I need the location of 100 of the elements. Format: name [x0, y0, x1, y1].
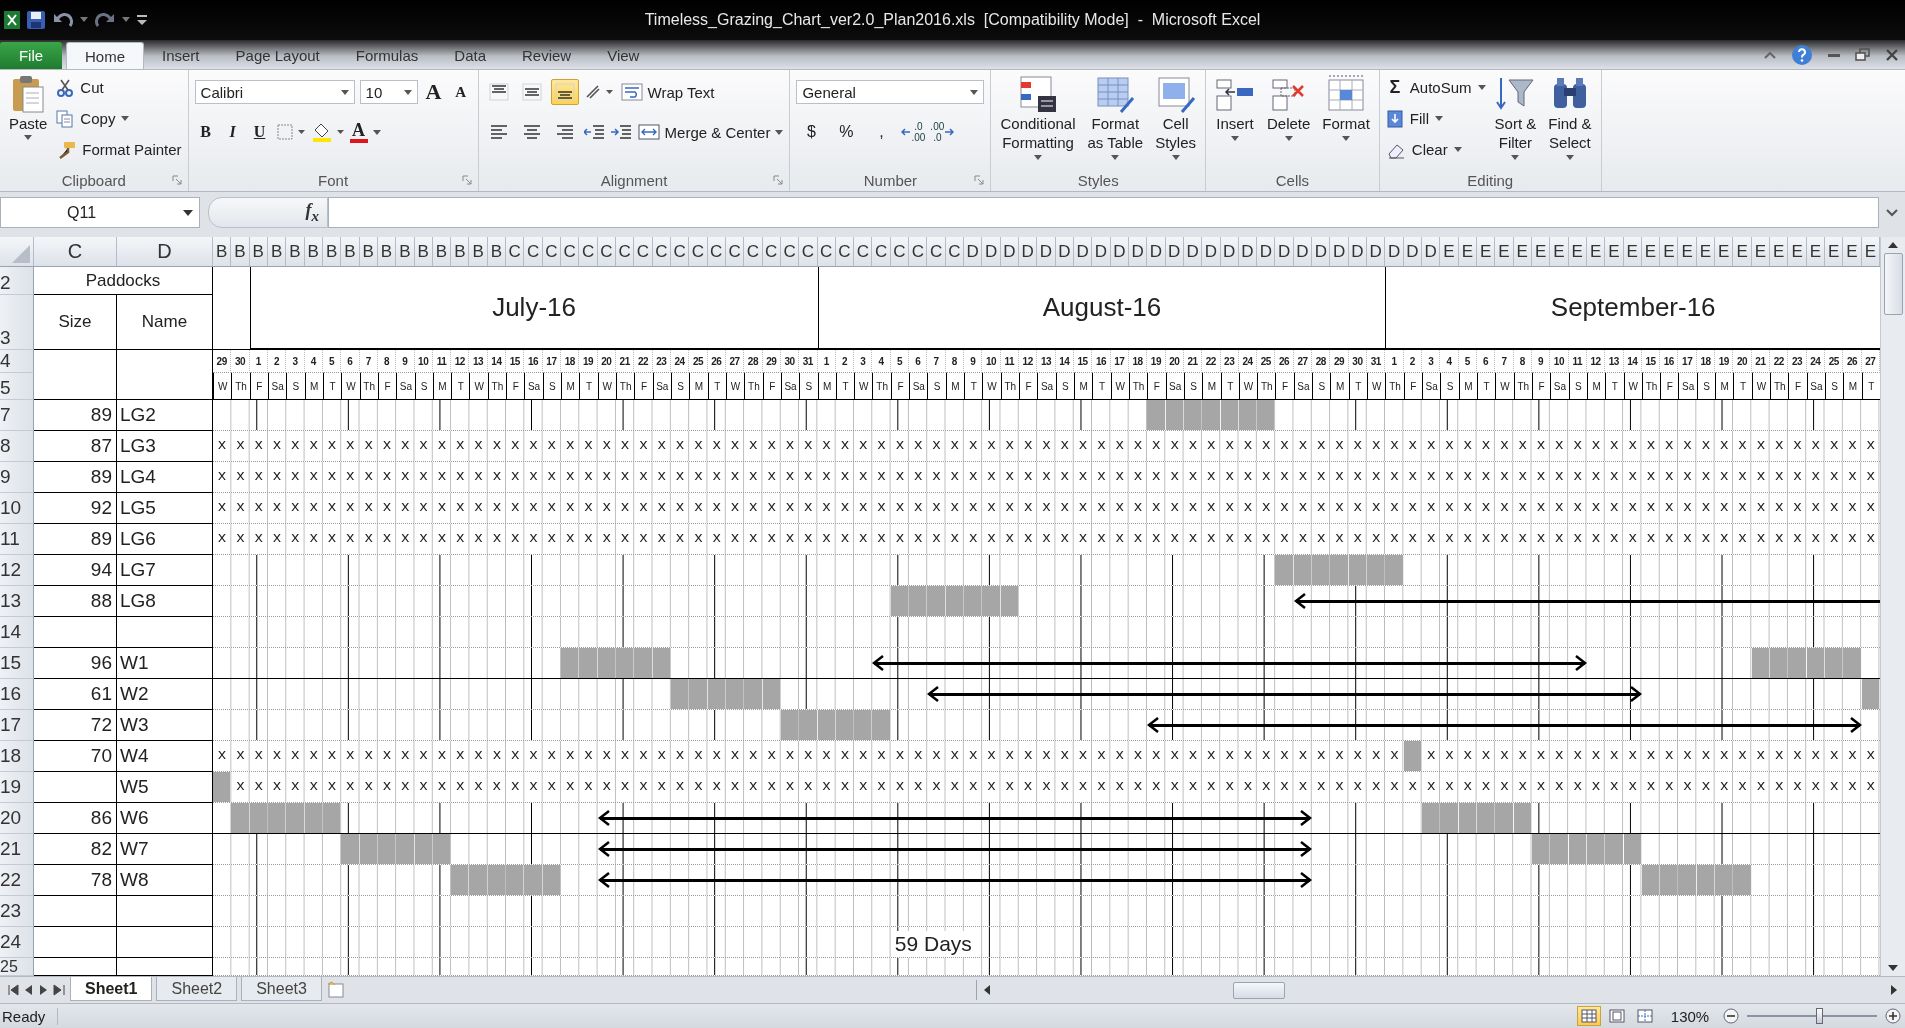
column-header[interactable]: D [1403, 237, 1423, 266]
help-icon[interactable] [1791, 44, 1813, 66]
row-header[interactable]: 19 [0, 772, 34, 803]
fill-color-icon[interactable] [310, 122, 345, 142]
insert-button[interactable]: Insert [1212, 74, 1258, 133]
row-header[interactable]: 22 [0, 865, 34, 896]
row-header[interactable]: 11 [0, 524, 34, 555]
save-icon[interactable] [26, 10, 46, 30]
column-header[interactable]: D [1147, 237, 1166, 266]
column-header[interactable]: D [1422, 237, 1441, 266]
column-header[interactable]: C [707, 237, 726, 266]
column-header[interactable]: D [1000, 237, 1019, 266]
column-header[interactable]: D [1348, 237, 1368, 266]
insert-function-button[interactable]: f$_{x}$ [208, 197, 328, 228]
merge-center-button[interactable]: Merge & Center [664, 121, 771, 143]
column-header[interactable]: D [1330, 237, 1349, 266]
row-header[interactable]: 13 [0, 586, 34, 617]
cell-styles-button[interactable]: Cell Styles [1152, 74, 1199, 152]
column-header[interactable]: B [341, 237, 360, 266]
ribbon-tab[interactable]: File [0, 42, 62, 69]
clear-button[interactable]: Clear [1411, 138, 1448, 161]
column-header[interactable]: B [304, 237, 323, 266]
scroll-left-icon[interactable] [982, 984, 991, 996]
caret-icon[interactable] [1171, 155, 1180, 160]
scroll-thumb[interactable] [1883, 253, 1903, 315]
column-header[interactable]: D [1183, 237, 1203, 266]
row-header[interactable]: 9 [0, 462, 34, 493]
sheet-tab[interactable]: Sheet2 [156, 977, 238, 1001]
column-header[interactable]: D [1312, 237, 1331, 266]
column-header[interactable]: C [689, 237, 708, 266]
row-header[interactable]: 2 [0, 267, 34, 295]
vertical-scrollbar[interactable] [1880, 237, 1905, 976]
ribbon-tab[interactable]: Insert [144, 42, 218, 69]
column-header[interactable]: E [1660, 237, 1679, 266]
column-header[interactable]: B [286, 237, 305, 266]
painter-button[interactable]: Format Painter [82, 138, 182, 161]
column-header[interactable]: D [117, 237, 213, 266]
copy-button[interactable]: Copy [80, 107, 116, 130]
expand-icon[interactable] [1885, 207, 1899, 218]
font-style-button[interactable]: I [221, 119, 244, 145]
row-header[interactable]: 8 [0, 431, 34, 462]
ribbon-tab[interactable]: View [589, 42, 658, 69]
number-style-button[interactable]: $ [796, 119, 827, 145]
scissors-icon[interactable] [56, 78, 75, 97]
column-header[interactable]: C [34, 237, 117, 266]
find-button[interactable]: Find & Select [1545, 74, 1595, 152]
column-header[interactable]: D [1202, 237, 1221, 266]
row-header[interactable]: 5 [0, 373, 34, 400]
row-header[interactable]: 3 [0, 295, 34, 350]
caret-icon[interactable] [1511, 155, 1520, 160]
column-header[interactable]: C [634, 237, 653, 266]
row-header[interactable]: 25 [0, 958, 34, 976]
autosum-button[interactable]: AutoSum [1409, 76, 1472, 99]
spreadsheet-logo-icon[interactable] [4, 10, 20, 30]
column-header[interactable]: C [524, 237, 543, 266]
column-header[interactable]: B [267, 237, 287, 266]
sheet-tab[interactable]: Sheet3 [241, 977, 322, 1001]
redo-icon[interactable] [94, 11, 116, 29]
caret-icon[interactable] [1111, 155, 1120, 160]
column-header[interactable]: C [616, 237, 635, 266]
row-header[interactable]: 21 [0, 834, 34, 865]
align-bottom-button[interactable] [550, 79, 579, 105]
column-header[interactable]: E [1531, 237, 1551, 266]
decrease-decimal-button[interactable]: .00 .0 [930, 119, 955, 145]
column-header[interactable]: E [1825, 237, 1844, 266]
column-header[interactable]: E [1715, 237, 1734, 266]
column-header[interactable]: C [670, 237, 690, 266]
caret-icon[interactable] [80, 17, 88, 23]
column-header[interactable]: C [597, 237, 616, 266]
column-header[interactable]: C [909, 237, 928, 266]
column-header[interactable]: D [1092, 237, 1111, 266]
column-header[interactable]: B [487, 237, 507, 266]
caret-icon[interactable] [1284, 136, 1293, 141]
ribbon-tab[interactable]: Review [504, 42, 590, 69]
delete-button[interactable]: Delete [1264, 74, 1314, 133]
column-header[interactable]: D [1037, 237, 1056, 266]
caret-icon[interactable] [775, 129, 784, 135]
paste-button[interactable]: Paste [6, 74, 51, 132]
ribbon-tab[interactable]: Formulas [337, 42, 437, 69]
restore-icon[interactable] [1855, 48, 1871, 62]
table-button[interactable]: Format as Table [1084, 74, 1147, 152]
column-header[interactable]: E [1458, 237, 1477, 266]
row-header[interactable]: 24 [0, 927, 34, 958]
normal-view-button[interactable] [1577, 1006, 1601, 1026]
column-header[interactable]: E [1751, 237, 1771, 266]
sort-button[interactable]: Sort & Filter [1491, 74, 1540, 152]
ribbon-tab[interactable]: Home [66, 42, 144, 69]
column-header[interactable]: D [1293, 237, 1313, 266]
column-header[interactable]: E [1440, 237, 1459, 266]
column-header[interactable]: B [469, 237, 488, 266]
column-header[interactable]: E [1678, 237, 1697, 266]
column-header[interactable]: C [561, 237, 580, 266]
column-header[interactable]: B [414, 237, 433, 266]
column-header[interactable]: B [359, 237, 378, 266]
copy-icon[interactable] [56, 109, 75, 128]
dialog-launcher-icon[interactable] [974, 175, 985, 185]
column-header[interactable]: D [964, 237, 983, 266]
sheet-navigation-icon[interactable] [8, 984, 66, 996]
column-header[interactable]: E [1495, 237, 1514, 266]
font-color-button[interactable]: A [349, 121, 368, 143]
